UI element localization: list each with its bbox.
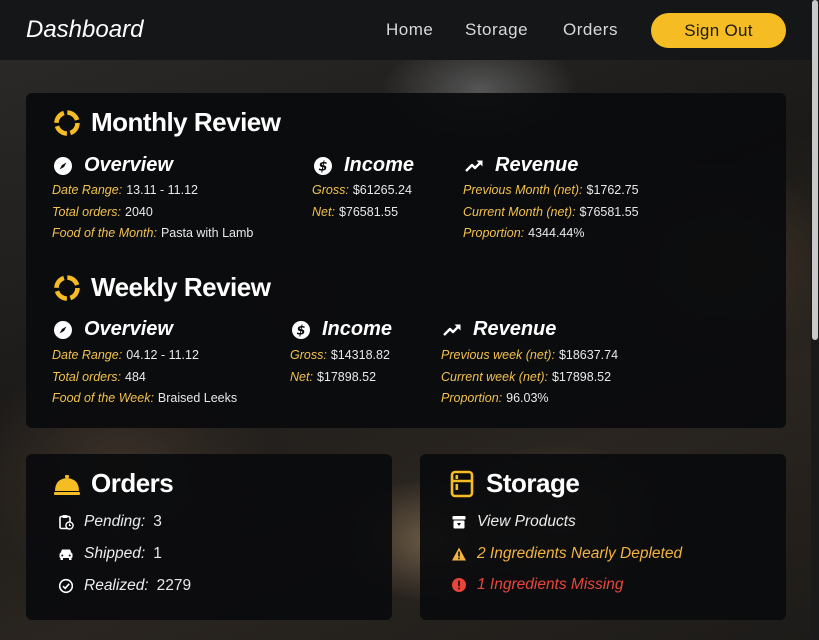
ingredients-missing-link[interactable]: 1 Ingredients Missing [477,576,623,594]
weekly-review-title: Weekly Review [91,272,271,302]
orders-title: Orders [91,468,174,498]
weekly-food: Food of the Week: Braised Leeks [52,391,238,405]
monthly-current: Current Month (net): $76581.55 [463,205,639,219]
weekly-income-title: Income [322,318,393,340]
dollar-circle-icon: $ [292,320,310,339]
warning-triangle-icon [452,547,466,561]
weekly-review-heading: Weekly Review [53,272,271,303]
monthly-net: Net: $76581.55 [312,205,399,219]
monthly-previous: Previous Month (net): $1762.75 [463,183,639,197]
storage-missing[interactable]: 1 Ingredients Missing [451,576,623,594]
weekly-current: Current week (net): $17898.52 [441,370,612,384]
storage-nearly-depleted[interactable]: 2 Ingredients Nearly Depleted [451,545,682,563]
spinner-ring-icon [54,109,80,136]
monthly-revenue-heading: Revenue [464,154,578,177]
orders-heading: Orders [53,468,174,499]
trending-up-icon [443,324,461,336]
trending-up-icon [465,160,483,172]
weekly-previous: Previous week (net): $18637.74 [441,348,619,362]
monthly-food: Food of the Month: Pasta with Lamb [52,226,254,240]
weekly-overview-heading: Overview [53,318,173,341]
monthly-review-title: Monthly Review [91,107,281,137]
orders-pending-value: 3 [153,513,162,530]
svg-text:$: $ [296,323,305,338]
monthly-date-range: Date Range: 13.11 - 11.12 [52,183,199,197]
monthly-income-heading: $ Income [313,154,414,177]
storage-heading: Storage [448,468,580,499]
check-circle-icon [58,578,74,594]
orders-shipped-value: 1 [153,545,162,562]
storage-card: Storage View Products 2 Ingredients Near… [420,454,786,620]
monthly-overview-title: Overview [84,154,173,176]
monthly-total-orders: Total orders: 2040 [52,205,153,219]
monthly-overview-heading: Overview [53,154,173,177]
clipboard-clock-icon [59,515,74,530]
monthly-review-heading: Monthly Review [53,107,281,138]
orders-shipped-row[interactable]: Shipped: 1 [58,545,162,563]
alert-circle-icon [452,578,466,592]
orders-shipped-label: Shipped: [84,545,146,562]
storage-title: Storage [486,468,580,498]
fridge-icon [450,470,474,497]
weekly-total-orders: Total orders: 484 [52,370,146,384]
brand-title[interactable]: Dashboard [26,16,143,44]
scrollbar-track[interactable] [811,0,819,640]
nearly-depleted-link[interactable]: 2 Ingredients Nearly Depleted [477,545,682,563]
compass-icon [54,320,72,339]
weekly-proportion: Proportion: 96.03% [441,391,549,405]
review-card: Monthly Review Overview Date Range: 13.11… [26,93,786,428]
top-navbar: Dashboard Home Storage Orders Sign Out [0,0,811,60]
scrollbar-thumb[interactable] [812,0,818,340]
orders-pending-row[interactable]: Pending: 3 [58,513,162,531]
weekly-revenue-heading: Revenue [442,318,556,341]
weekly-revenue-title: Revenue [473,318,557,340]
nav-link-storage[interactable]: Storage [465,20,528,40]
car-icon [59,549,73,560]
weekly-gross: Gross: $14318.82 [290,348,390,362]
sign-out-button[interactable]: Sign Out [651,13,786,48]
orders-card: Orders Pending: 3 Shipped: 1 Realized: 2… [26,454,392,620]
weekly-income-heading: $ Income [291,318,392,341]
orders-realized-row[interactable]: Realized: 2279 [58,577,191,595]
monthly-proportion: Proportion: 4344.44% [463,226,585,240]
spinner-ring-icon [54,274,80,301]
compass-icon [54,156,72,175]
nav-link-orders[interactable]: Orders [563,20,618,40]
monthly-gross: Gross: $61265.24 [312,183,412,197]
storage-view-products[interactable]: View Products [451,513,576,531]
monthly-income-title: Income [344,154,415,176]
dollar-circle-icon: $ [314,156,332,175]
archive-box-icon [452,516,466,529]
orders-realized-label: Realized: [84,577,149,594]
orders-realized-value: 2279 [156,577,192,594]
svg-text:$: $ [318,159,327,174]
weekly-overview-title: Overview [84,318,173,340]
view-products-link[interactable]: View Products [477,513,576,531]
service-bell-icon [54,474,80,495]
orders-pending-label: Pending: [84,513,146,530]
nav-link-home[interactable]: Home [386,20,433,40]
monthly-revenue-title: Revenue [495,154,579,176]
weekly-date-range: Date Range: 04.12 - 11.12 [52,348,199,362]
weekly-net: Net: $17898.52 [290,370,377,384]
